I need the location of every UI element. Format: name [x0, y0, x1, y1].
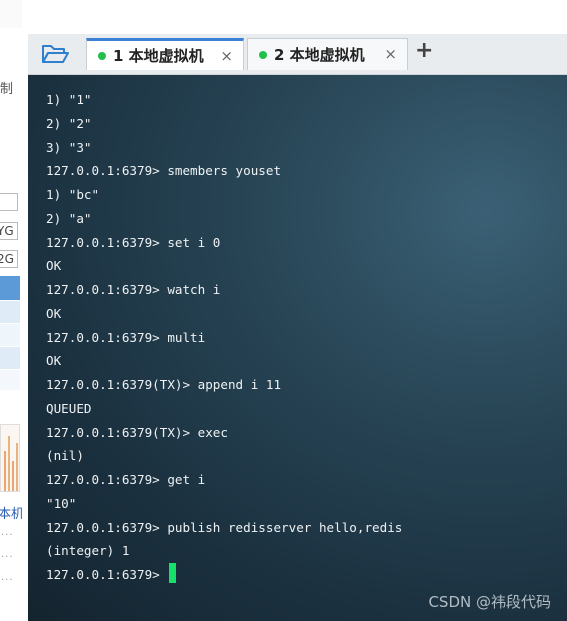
session-tab-bar: 1 本地虚拟机 × 2 本地虚拟机 × + [28, 34, 567, 75]
terminal-line: OK [46, 353, 62, 369]
background-dots: ··· [1, 552, 14, 563]
folder-open-icon [42, 45, 69, 63]
terminal-line: OK [46, 258, 62, 274]
tab-label: 2 本地虚拟机 [274, 46, 365, 64]
terminal-line: 127.0.0.1:6379(TX)> exec [46, 424, 228, 440]
tab-session-1[interactable]: 1 本地虚拟机 × [86, 38, 244, 70]
background-input[interactable] [0, 193, 18, 211]
background-field-1[interactable]: YG [0, 222, 18, 240]
background-dots: ··· [1, 575, 14, 586]
terminal-pane[interactable]: 1) "1" 2) "2" 3) "3" 127.0.0.1:6379> sme… [28, 75, 567, 621]
terminal-line: QUEUED [46, 400, 92, 416]
connected-status-icon [259, 50, 267, 59]
terminal-line: (integer) 1 [46, 543, 130, 559]
connected-status-icon [98, 51, 106, 60]
background-row[interactable] [0, 347, 20, 369]
background-row[interactable] [0, 370, 20, 390]
terminal-prompt: 127.0.0.1:6379> [46, 567, 168, 582]
terminal-line: 2) "2" [46, 115, 92, 131]
session-manager-button[interactable] [40, 42, 70, 66]
terminal-line: 127.0.0.1:6379> publish redisserver hell… [46, 519, 403, 535]
background-window: 制 YG 2G 本机 ··· ··· ··· [0, 0, 22, 621]
terminal-line: 127.0.0.1:6379> set i 0 [46, 234, 221, 250]
add-tab-button[interactable]: + [415, 38, 433, 63]
terminal-line: 127.0.0.1:6379> watch i [46, 282, 221, 297]
terminal-line: 127.0.0.1:6379(TX)> append i 11 [46, 377, 282, 392]
terminal-output: 1) "1" 2) "2" 3) "3" 127.0.0.1:6379> sme… [46, 88, 402, 587]
terminal-line: 127.0.0.1:6379> get i [46, 472, 206, 487]
terminal-line: 1) "bc" [46, 187, 100, 202]
terminal-line: "10" [46, 495, 77, 511]
close-icon[interactable]: × [220, 47, 233, 65]
terminal-line: (nil) [46, 448, 84, 464]
terminal-line: 127.0.0.1:6379> multi [46, 329, 206, 345]
tab-label: 1 本地虚拟机 [113, 47, 204, 65]
terminal-prompt-line[interactable]: 127.0.0.1:6379> [46, 563, 402, 587]
background-selected-row[interactable] [0, 276, 20, 300]
background-window-header [0, 0, 22, 28]
tab-session-2[interactable]: 2 本地虚拟机 × [247, 38, 408, 70]
text-cursor [169, 563, 177, 583]
terminal-line: 1) "1" [46, 92, 92, 107]
close-icon[interactable]: × [384, 45, 397, 63]
terminal-line: 3) "3" [46, 139, 92, 155]
background-row[interactable] [0, 301, 20, 323]
background-dots: ··· [1, 530, 14, 541]
watermark: CSDN @祎段代码 [428, 593, 551, 611]
terminal-line: OK [46, 305, 62, 321]
background-window-label: 制 [0, 82, 14, 97]
background-mini-chart [0, 424, 20, 492]
terminal-line: 2) "a" [46, 210, 92, 226]
background-link[interactable]: 本机 [0, 503, 22, 522]
terminal-line: 127.0.0.1:6379> smembers youset [46, 163, 282, 179]
background-field-2[interactable]: 2G [0, 250, 18, 268]
background-row[interactable] [0, 324, 20, 346]
